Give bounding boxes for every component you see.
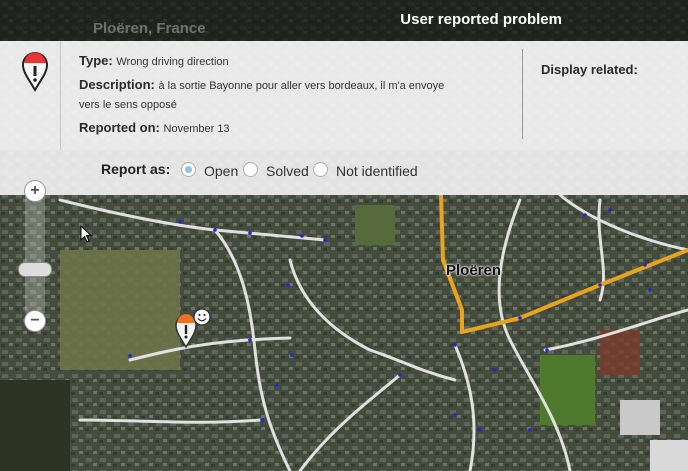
cursor-icon [80, 225, 92, 243]
reported-label: Reported on: [79, 120, 160, 135]
zoom-out-icon[interactable]: − [24, 310, 46, 332]
radio-not-identified-label[interactable]: Not identified [336, 163, 418, 179]
radio-solved-label[interactable]: Solved [266, 163, 309, 179]
reported-value: November 13 [163, 123, 230, 135]
radio-open-label[interactable]: Open [204, 163, 238, 179]
type-row: Type: Wrong driving direction [79, 53, 229, 68]
smiley-icon [193, 308, 211, 326]
radio-open[interactable] [181, 162, 196, 177]
map-problem-marker-icon[interactable] [174, 307, 214, 349]
zoom-slider-handle[interactable] [18, 262, 52, 277]
report-as-label: Report as: [101, 161, 171, 177]
description-continued: vers le sens opposé [79, 99, 177, 111]
map-location-label: Ploëren, France [93, 20, 206, 37]
type-label: Type: [79, 53, 113, 68]
description-row: Description: à la sortie Bayonne pour al… [79, 77, 444, 92]
zoom-in-icon[interactable]: + [24, 180, 46, 202]
panel-divider [522, 49, 523, 139]
description-label: Description: [79, 77, 155, 92]
town-label: Ploëren [446, 262, 502, 279]
problem-marker-icon [22, 52, 48, 92]
panel-title: User reported problem [400, 11, 562, 28]
reported-row: Reported on: November 13 [79, 120, 230, 135]
display-related-label: Display related: [541, 62, 638, 77]
type-value: Wrong driving direction [116, 56, 229, 68]
description-value: à la sortie Bayonne pour aller vers bord… [158, 80, 445, 92]
radio-solved[interactable] [243, 162, 258, 177]
radio-not-identified[interactable] [313, 162, 328, 177]
